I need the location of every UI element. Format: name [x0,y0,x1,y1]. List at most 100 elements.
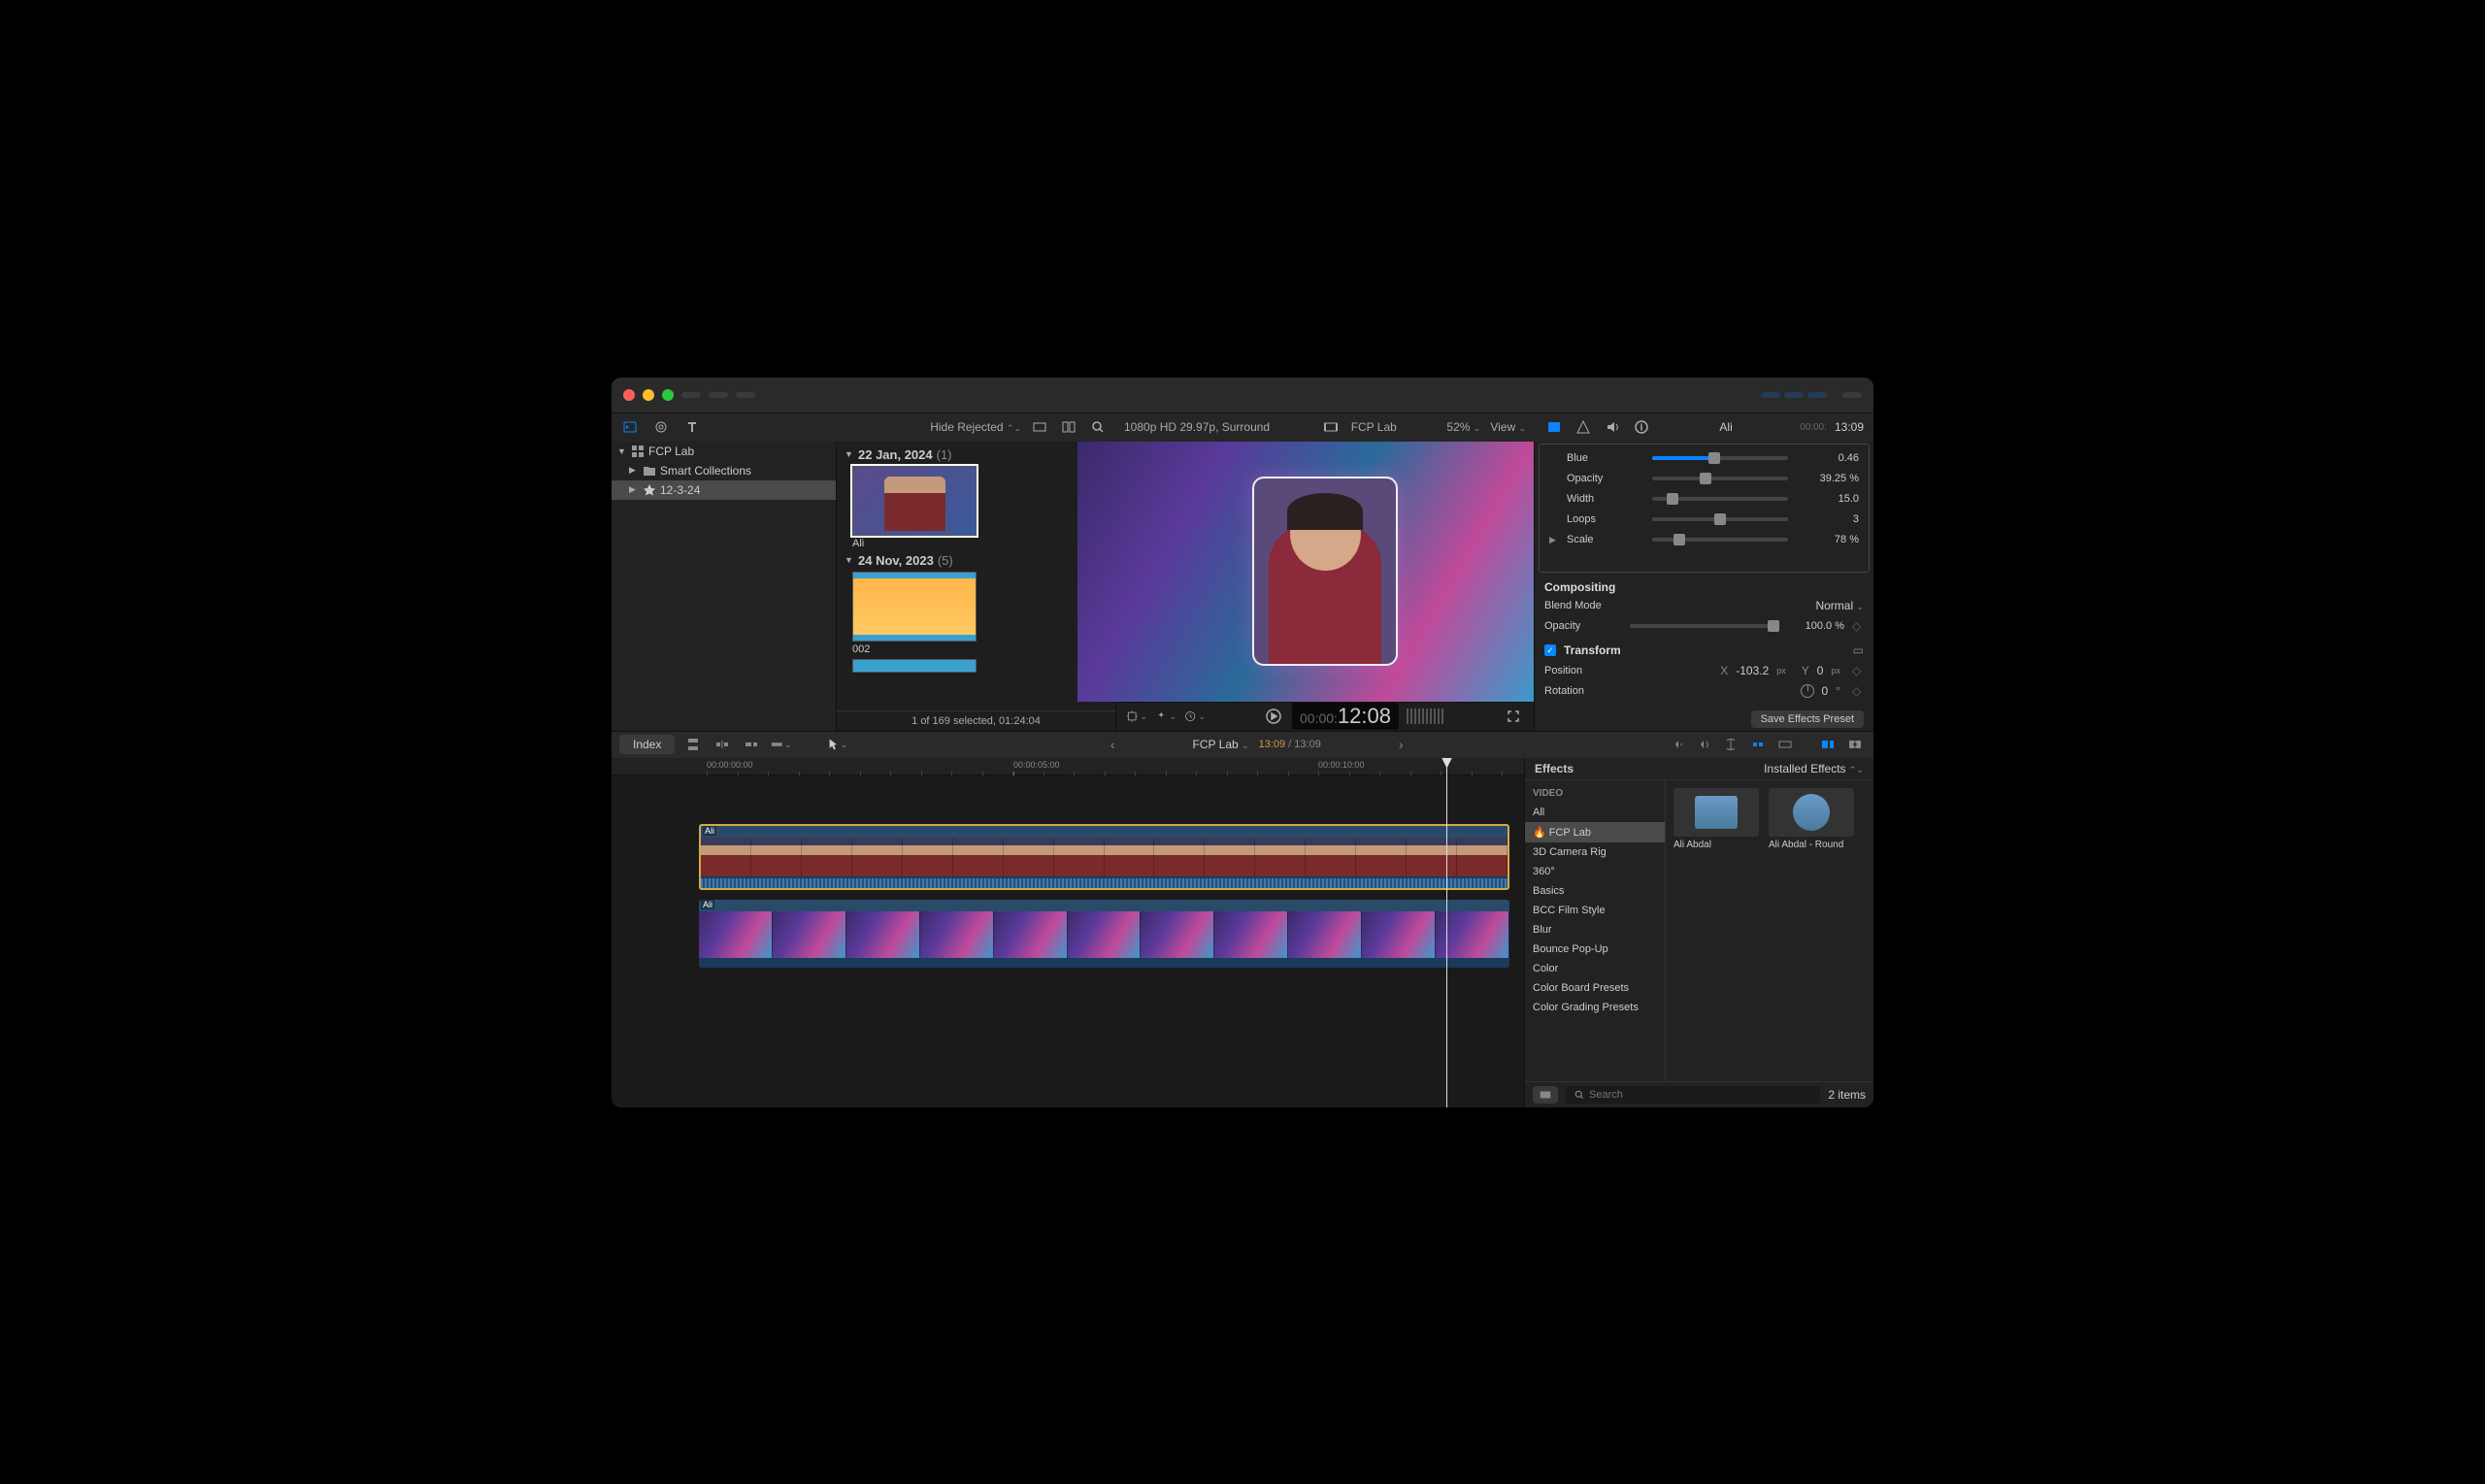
position-x-value[interactable]: -103.2 [1736,664,1769,677]
param-value[interactable]: 39.25 % [1796,473,1859,484]
library-row[interactable]: ▼ FCP Lab [612,442,836,461]
append-clip-icon[interactable] [741,734,762,755]
fullscreen-icon[interactable] [1503,706,1524,727]
effect-preset[interactable]: Ali Abdal - Round [1769,788,1854,850]
transform-tool-icon[interactable]: ⌄ [1126,706,1147,727]
rotation-dial[interactable] [1801,684,1814,698]
snapping-icon[interactable] [1747,734,1769,755]
history-forward-icon[interactable]: › [1399,737,1404,752]
import-button[interactable] [681,392,701,398]
titles-sidebar-icon[interactable] [681,416,703,438]
effects-search[interactable] [1566,1086,1820,1104]
clip-thumbnail-1[interactable]: Ali [852,466,977,549]
skimming-icon[interactable] [1666,734,1687,755]
disclosure-icon[interactable]: ▶ [629,465,639,476]
event-row[interactable]: ▶ 12-3-24 [612,480,836,500]
param-slider[interactable] [1652,538,1788,542]
view-dropdown[interactable]: View ⌄ [1490,420,1526,434]
playhead[interactable] [1446,758,1447,1107]
effects-category[interactable]: All [1525,803,1665,822]
param-slider[interactable] [1652,456,1788,460]
library-sidebar-icon[interactable] [619,416,641,438]
date-group-1[interactable]: ▼ 22 Jan, 2024 (1) [845,447,1108,462]
blend-mode-dropdown[interactable]: Normal ⌄ [1815,599,1864,612]
info-inspector-icon[interactable] [1631,416,1652,438]
effects-category[interactable]: 🔥 FCP Lab [1525,822,1665,842]
clip-thumbnail-2[interactable]: 002 [852,572,977,655]
effects-category[interactable]: Color Grading Presets [1525,998,1665,1017]
effects-category[interactable]: BCC Film Style [1525,901,1665,920]
retime-tool-icon[interactable]: ⌄ [1184,706,1206,727]
color-inspector-icon[interactable] [1573,416,1594,438]
close-window[interactable] [623,389,635,401]
browser-toggle[interactable] [1761,392,1780,398]
audio-skimming-icon[interactable] [1693,734,1714,755]
timeline-project-dropdown[interactable]: FCP Lab ⌄ [1193,738,1249,751]
share-button[interactable] [1842,392,1862,398]
installed-effects-dropdown[interactable]: Installed Effects ⌃⌄ [1764,762,1864,775]
timeline-clip-1[interactable]: Ali [699,824,1509,890]
effects-thumb-size[interactable] [1533,1086,1558,1104]
effects-category[interactable]: Basics [1525,881,1665,901]
lut-icon[interactable] [1774,734,1796,755]
disclosure-icon[interactable]: ▶ [629,484,639,495]
position-y-value[interactable]: 0 [1817,664,1824,677]
timeline[interactable]: 00:00:00:0000:00:05:0000:00:10:00 Ali Al… [612,758,1524,1107]
viewer-canvas[interactable] [1077,442,1534,702]
param-value[interactable]: 78 % [1796,534,1859,545]
rotation-value[interactable]: 0 [1822,684,1829,698]
timecode-display[interactable]: 00:00:12:08 [1292,703,1399,730]
list-view-icon[interactable] [1058,416,1079,438]
effects-category[interactable]: Color Board Presets [1525,978,1665,998]
video-inspector-icon[interactable] [1543,416,1565,438]
effects-browser-icon[interactable] [1817,734,1839,755]
timeline-toggle[interactable] [1784,392,1804,398]
save-effects-preset-button[interactable]: Save Effects Preset [1751,710,1864,728]
select-tool-icon[interactable]: ⌄ [826,734,847,755]
effects-search-input[interactable] [1589,1089,1812,1101]
background-tasks-button[interactable] [736,392,755,398]
param-slider[interactable] [1652,517,1788,521]
maximize-window[interactable] [662,389,674,401]
disclosure-icon[interactable]: ▼ [617,446,627,456]
effects-category[interactable]: Color [1525,959,1665,978]
timeline-ruler[interactable]: 00:00:00:0000:00:05:0000:00:10:00 [612,758,1524,775]
transitions-browser-icon[interactable] [1844,734,1866,755]
effects-category[interactable]: 360° [1525,862,1665,881]
clip-thumbnail-3[interactable] [852,659,977,673]
minimize-window[interactable] [643,389,654,401]
param-value[interactable]: 3 [1796,513,1859,525]
effect-preset[interactable]: Ali Abdal [1673,788,1759,850]
history-back-icon[interactable]: ‹ [1110,737,1115,752]
transform-checkbox[interactable]: ✓ [1544,644,1556,656]
solo-icon[interactable] [1720,734,1741,755]
smart-collections-row[interactable]: ▶ Smart Collections [612,461,836,480]
audio-inspector-icon[interactable] [1602,416,1623,438]
inspector-toggle[interactable] [1807,392,1827,398]
opacity-slider[interactable] [1630,624,1773,628]
ruler-tick: 00:00:05:00 [1013,760,1060,770]
keyword-button[interactable] [709,392,728,398]
effects-category[interactable]: Blur [1525,920,1665,940]
hide-rejected-dropdown[interactable]: Hide Rejected ⌃⌄ [930,420,1021,434]
insert-clip-icon[interactable] [712,734,733,755]
overwrite-clip-icon[interactable]: ⌄ [770,734,791,755]
photos-sidebar-icon[interactable] [650,416,672,438]
enhance-tool-icon[interactable]: ⌄ [1155,706,1176,727]
effects-category[interactable]: 3D Camera Rig [1525,842,1665,862]
param-slider[interactable] [1652,497,1788,501]
param-slider[interactable] [1652,477,1788,480]
param-value[interactable]: 0.46 [1796,452,1859,464]
search-browser-icon[interactable] [1087,416,1109,438]
timeline-clip-2[interactable]: Ali [699,900,1509,968]
param-value[interactable]: 15.0 [1796,493,1859,505]
clip-appearance-icon[interactable] [1029,416,1050,438]
opacity-value[interactable]: 100.0 % [1781,620,1844,632]
zoom-dropdown[interactable]: 52% ⌄ [1446,420,1480,434]
play-button[interactable] [1263,706,1284,727]
date-group-2[interactable]: ▼ 24 Nov, 2023 (5) [845,553,1108,568]
connect-clip-icon[interactable] [682,734,704,755]
transform-rect-icon[interactable]: ▭ [1853,643,1864,657]
effects-category[interactable]: Bounce Pop-Up [1525,940,1665,959]
index-button[interactable]: Index [619,735,675,754]
